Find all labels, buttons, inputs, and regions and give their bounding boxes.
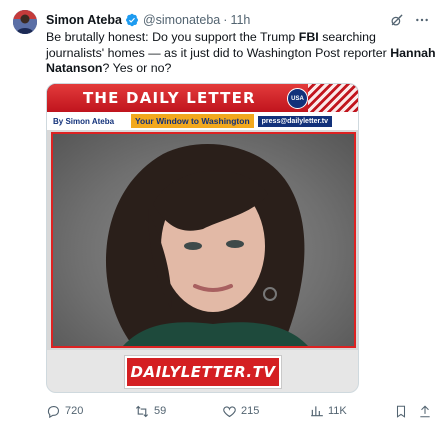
avatar[interactable] bbox=[13, 10, 37, 34]
image-subbar: By Simon Ateba Your Window to Washington… bbox=[47, 112, 358, 130]
tweet-image[interactable]: THE DAILY LETTER USA By Simon Ateba Your… bbox=[46, 83, 359, 393]
like-count: 215 bbox=[241, 405, 260, 417]
bookmark-button[interactable] bbox=[394, 404, 408, 419]
repost-button[interactable]: 59 bbox=[134, 404, 166, 419]
tweet[interactable]: Simon Ateba @simonateba · 11h Be brutall… bbox=[0, 0, 442, 425]
tweet-text-part: Be brutally honest: Do you support the T… bbox=[46, 30, 299, 44]
banner-title: THE DAILY LETTER bbox=[83, 89, 256, 107]
reply-count: 720 bbox=[65, 405, 84, 417]
tweet-text-part: ? Yes or no? bbox=[102, 61, 172, 76]
tweet-header: Simon Ateba @simonateba · 11h bbox=[46, 11, 430, 29]
image-footer: DAILYLETTER.TV bbox=[47, 350, 358, 392]
author-handle[interactable]: @simonateba bbox=[143, 13, 220, 27]
heart-icon bbox=[222, 404, 237, 419]
reply-icon bbox=[46, 404, 61, 419]
grok-icon[interactable] bbox=[388, 12, 404, 28]
usa-badge: USA bbox=[287, 88, 308, 109]
image-banner: THE DAILY LETTER USA bbox=[47, 84, 358, 112]
tweet-bold-fbi: FBI bbox=[298, 30, 319, 44]
views-count: 11K bbox=[328, 405, 347, 417]
tweet-text: Be brutally honest: Do you support the T… bbox=[46, 30, 436, 77]
contact-email: press@dailyletter.tv bbox=[257, 115, 333, 127]
separator-dot: · bbox=[223, 13, 228, 27]
share-icon bbox=[418, 404, 432, 419]
tweet-actions: 720 59 215 11K bbox=[46, 402, 438, 420]
tagline: Your Window to Washington bbox=[131, 114, 254, 128]
more-icon[interactable] bbox=[414, 12, 430, 28]
byline: By Simon Ateba bbox=[53, 116, 115, 126]
like-button[interactable]: 215 bbox=[222, 404, 259, 419]
verified-badge-icon bbox=[125, 13, 139, 27]
portrait-photo bbox=[51, 132, 356, 348]
bookmark-icon bbox=[394, 404, 408, 419]
footer-logo: DAILYLETTER.TV bbox=[125, 356, 281, 388]
flag-graphic bbox=[308, 84, 358, 112]
views-icon bbox=[310, 404, 324, 418]
repost-count: 59 bbox=[154, 405, 167, 417]
views-button[interactable]: 11K bbox=[310, 404, 347, 418]
share-button[interactable] bbox=[418, 404, 432, 419]
timestamp[interactable]: 11h bbox=[230, 13, 250, 27]
header-actions bbox=[388, 12, 430, 28]
retweet-icon bbox=[134, 404, 150, 419]
reply-button[interactable]: 720 bbox=[46, 404, 83, 419]
author-name[interactable]: Simon Ateba bbox=[46, 13, 122, 27]
